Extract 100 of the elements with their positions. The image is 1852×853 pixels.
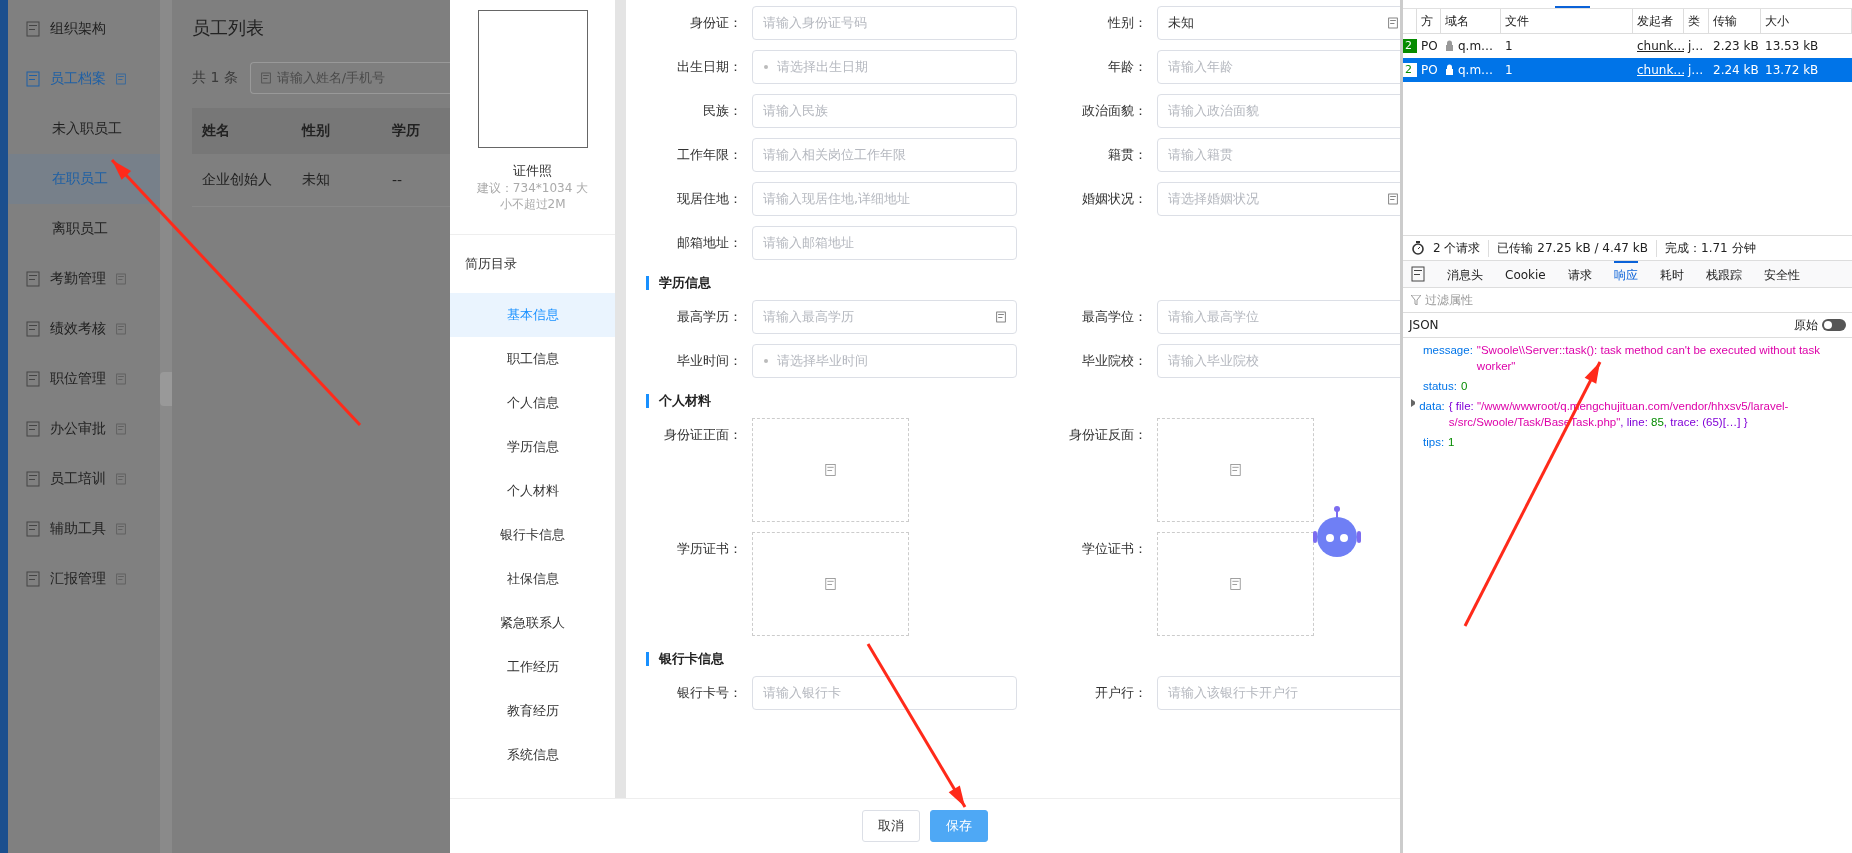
column-header[interactable]: 类	[1684, 9, 1709, 33]
nav-item[interactable]: 考勤管理	[50, 270, 106, 288]
calendar-icon	[763, 358, 769, 364]
toc-item[interactable]: 教育经历	[450, 689, 615, 733]
table-cell-text: 2.24 kB	[1712, 63, 1760, 77]
table-cell: q.m…	[1441, 39, 1501, 53]
panel-icon	[1411, 266, 1425, 282]
request-row[interactable]: 2 PO q.m… 1 chunk… j… 2.24 kB 13.72 kB	[1403, 58, 1852, 82]
field-label: 学历证书：	[676, 540, 742, 558]
column-header[interactable]: 方	[1417, 9, 1441, 33]
toc-item[interactable]: 学历信息	[450, 425, 615, 469]
document-icon	[26, 321, 40, 337]
stopwatch-icon	[1411, 241, 1425, 255]
document-icon	[26, 421, 40, 437]
field-label: 性别：	[1107, 14, 1147, 32]
table-cell-text: j…	[1686, 39, 1705, 53]
section-title: 个人材料	[646, 394, 1380, 408]
status-badge: 2	[1403, 39, 1417, 53]
lock-icon	[1445, 64, 1454, 75]
document-icon	[26, 521, 40, 537]
column-header[interactable]: 文件	[1501, 9, 1633, 33]
column-header[interactable]: 发起者	[1633, 9, 1684, 33]
toc-item[interactable]: 职工信息	[450, 337, 615, 381]
column-header[interactable]: 大小	[1761, 9, 1852, 33]
summary-text: 完成：1.71 分钟	[1656, 239, 1756, 257]
toc-item[interactable]: 个人材料	[450, 469, 615, 513]
nav-item[interactable]: 组织架构	[50, 20, 106, 38]
upload-area[interactable]	[752, 532, 909, 636]
toc-item[interactable]: 紧急联系人	[450, 601, 615, 645]
nav-item[interactable]: 辅助工具	[50, 520, 106, 538]
select-field[interactable]: 未知	[1157, 6, 1400, 40]
raw-label: 原始	[1794, 316, 1818, 334]
filter-field[interactable]: 过滤属性	[1403, 288, 1852, 313]
toc-item[interactable]: 工作经历	[450, 645, 615, 689]
initiator-link[interactable]: chunk…	[1633, 39, 1684, 53]
document-icon	[26, 271, 40, 287]
nav-item[interactable]: 员工培训	[50, 470, 106, 488]
nav-subitem[interactable]: 离职员工	[8, 204, 160, 254]
field-label: 婚姻状况：	[1081, 190, 1147, 208]
nav-subitem[interactable]: 未入职员工	[8, 104, 160, 154]
tab-indicator	[1555, 6, 1590, 8]
page-title: 员工列表	[192, 16, 265, 40]
detail-tab[interactable]: 响应	[1613, 261, 1638, 287]
detail-tab[interactable]: 耗时	[1659, 261, 1684, 287]
table-cell: q.m…	[1441, 63, 1501, 77]
raw-toggle[interactable]	[1822, 319, 1846, 331]
column-header: 学历	[392, 122, 421, 140]
detail-tab[interactable]: 安全性	[1763, 261, 1800, 287]
field-label: 身份证正面：	[663, 426, 742, 444]
field-label: 银行卡号：	[676, 684, 742, 702]
toc-item[interactable]: 社保信息	[450, 557, 615, 601]
format-label: JSON	[1409, 318, 1439, 332]
column-header: 性别	[302, 122, 331, 140]
nav-item[interactable]: 办公审批	[50, 420, 106, 438]
field-label: 最高学历：	[676, 308, 742, 326]
robot-icon[interactable]	[1310, 505, 1364, 559]
summary-text: 已传输 27.25 kB / 4.47 kB	[1488, 239, 1648, 257]
toc-item[interactable]: 系统信息	[450, 733, 615, 777]
field-label: 民族：	[702, 102, 742, 120]
section-title: 学历信息	[646, 276, 1380, 290]
photo-hint: 建议：734*1034 大小不超过2M	[475, 180, 590, 212]
field-label: 工作年限：	[676, 146, 742, 164]
filter-icon	[1411, 295, 1421, 305]
json-value: 1	[1448, 435, 1455, 450]
toc-item[interactable]: 银行卡信息	[450, 513, 615, 557]
column-header[interactable]: 传输	[1709, 9, 1761, 33]
photo-label: 证件照	[513, 162, 552, 180]
detail-tab[interactable]: 请求	[1567, 261, 1592, 287]
field-label: 年龄：	[1107, 58, 1147, 76]
toc-item[interactable]: 基本信息	[450, 293, 615, 337]
detail-tab[interactable]: 消息头	[1447, 261, 1483, 287]
expand-icon[interactable]	[1409, 398, 1416, 408]
initiator-link[interactable]: chunk…	[1633, 63, 1684, 77]
section-title: 银行卡信息	[646, 652, 1380, 666]
table-cell-text: 2.23 kB	[1712, 39, 1760, 53]
table-cell-text: j…	[1686, 63, 1705, 77]
json-key: status:	[1423, 378, 1457, 394]
nav-item[interactable]: 绩效考核	[50, 320, 106, 338]
detail-tab[interactable]: 栈跟踪	[1705, 261, 1742, 287]
json-value: 0	[1460, 379, 1468, 394]
field-label: 最高学位：	[1081, 308, 1147, 326]
table-cell-text: --	[392, 172, 404, 188]
column-header[interactable]: 域名	[1441, 9, 1501, 33]
save-button[interactable]: 保存	[930, 810, 988, 842]
toc-item[interactable]: 个人信息	[450, 381, 615, 425]
field-label: 毕业时间：	[676, 352, 742, 370]
json-key: tips:	[1423, 434, 1445, 450]
cancel-button[interactable]: 取消	[862, 810, 920, 842]
json-key: message:	[1423, 342, 1473, 374]
photo-placeholder[interactable]	[477, 10, 588, 148]
field-label: 毕业院校：	[1081, 352, 1147, 370]
detail-tab[interactable]: Cookie	[1505, 261, 1546, 287]
document-icon	[26, 371, 40, 387]
nav-item[interactable]: 职位管理	[50, 370, 106, 388]
document-icon	[26, 571, 40, 587]
nav-item[interactable]: 汇报管理	[50, 570, 106, 588]
upload-area[interactable]	[752, 418, 909, 522]
record-count: 共 1 条	[192, 69, 238, 87]
collapse-handle[interactable]	[160, 372, 172, 406]
document-icon	[26, 471, 40, 487]
